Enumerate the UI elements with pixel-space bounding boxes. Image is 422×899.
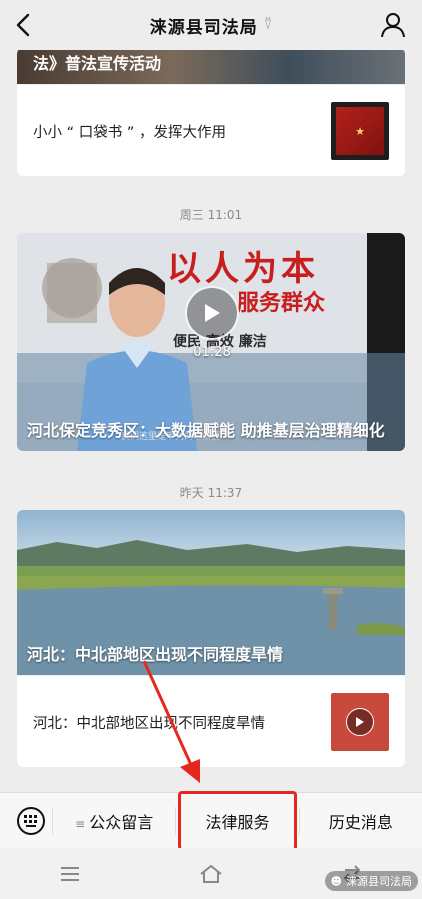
play-button[interactable] bbox=[185, 286, 239, 340]
menu-legal-service[interactable]: 法律服务 bbox=[176, 791, 298, 851]
party-emblem-icon: ★ bbox=[336, 107, 384, 155]
wechat-icon: ☻ bbox=[330, 874, 342, 888]
watermark-text: 涞源县司法局 bbox=[346, 875, 412, 888]
sign-text: 以人为本 bbox=[167, 249, 319, 289]
article-card-3[interactable]: 河北：中北部地区出现不同程度旱情 河北：中北部地区出现不同程度旱情 bbox=[17, 510, 405, 767]
page-title: 涞源县司法局 bbox=[149, 17, 258, 38]
annotation-arrow bbox=[142, 660, 200, 783]
hero-caption: 河北：中北部地区出现不同程度旱情 bbox=[27, 645, 284, 664]
top-bar: 涞源县司法局 ⍢ bbox=[0, 0, 422, 50]
menu-icon[interactable] bbox=[59, 865, 81, 883]
article-card-1[interactable]: 法》普法宣传活动 小小 “ 口袋书 ” ，发挥大作用 ★ bbox=[17, 48, 405, 176]
video-thumbnail[interactable]: 以人为本 服务群众 便民 高效 廉洁 01:28 我们这里是审判的理由区 河北保… bbox=[17, 233, 405, 451]
timestamp: 周三 11:01 bbox=[179, 208, 243, 222]
menu-label: 历史消息 bbox=[328, 813, 393, 832]
menu-public-message[interactable]: ≡ 公众留言 bbox=[53, 809, 175, 833]
home-icon[interactable] bbox=[199, 864, 223, 884]
profile-icon[interactable] bbox=[380, 12, 406, 38]
article-thumbnail: ★ bbox=[331, 102, 389, 160]
watermark: ☻ 涞源县司法局 bbox=[324, 871, 418, 891]
play-icon bbox=[346, 708, 374, 736]
video-caption: 河北保定竞秀区：大数据赋能 助推基层治理精细化 bbox=[27, 421, 385, 440]
submenu-lines-icon: ≡ bbox=[75, 817, 86, 831]
ear-icon[interactable]: ⍢ bbox=[264, 17, 272, 33]
banner-image[interactable]: 法》普法宣传活动 bbox=[17, 48, 405, 84]
banner-caption: 法》普法宣传活动 bbox=[33, 54, 162, 73]
keyboard-toggle[interactable] bbox=[10, 806, 52, 836]
video-duration: 01:28 bbox=[193, 345, 231, 360]
article-row[interactable]: 河北：中北部地区出现不同程度旱情 bbox=[17, 675, 405, 767]
keyboard-icon bbox=[17, 807, 45, 835]
bottom-menu: ≡ 公众留言 法律服务 历史消息 bbox=[0, 791, 422, 851]
menu-label: 公众留言 bbox=[89, 813, 154, 832]
highlight-box bbox=[178, 791, 297, 851]
back-arrow-icon[interactable] bbox=[12, 11, 36, 39]
timestamp: 昨天 11:37 bbox=[179, 486, 243, 500]
sign-text-2: 服务群众 bbox=[237, 291, 326, 316]
system-nav-bar: ☻ 涞源县司法局 bbox=[0, 848, 422, 899]
video-card[interactable]: 以人为本 服务群众 便民 高效 廉洁 01:28 我们这里是审判的理由区 河北保… bbox=[17, 233, 405, 451]
hero-image[interactable]: 河北：中北部地区出现不同程度旱情 bbox=[17, 510, 405, 675]
article-thumbnail bbox=[331, 693, 389, 751]
menu-history[interactable]: 历史消息 bbox=[300, 809, 422, 833]
article-row[interactable]: 小小 “ 口袋书 ” ，发挥大作用 ★ bbox=[17, 84, 405, 176]
article-title: 小小 “ 口袋书 ” ，发挥大作用 bbox=[33, 124, 226, 141]
play-icon bbox=[205, 304, 220, 322]
